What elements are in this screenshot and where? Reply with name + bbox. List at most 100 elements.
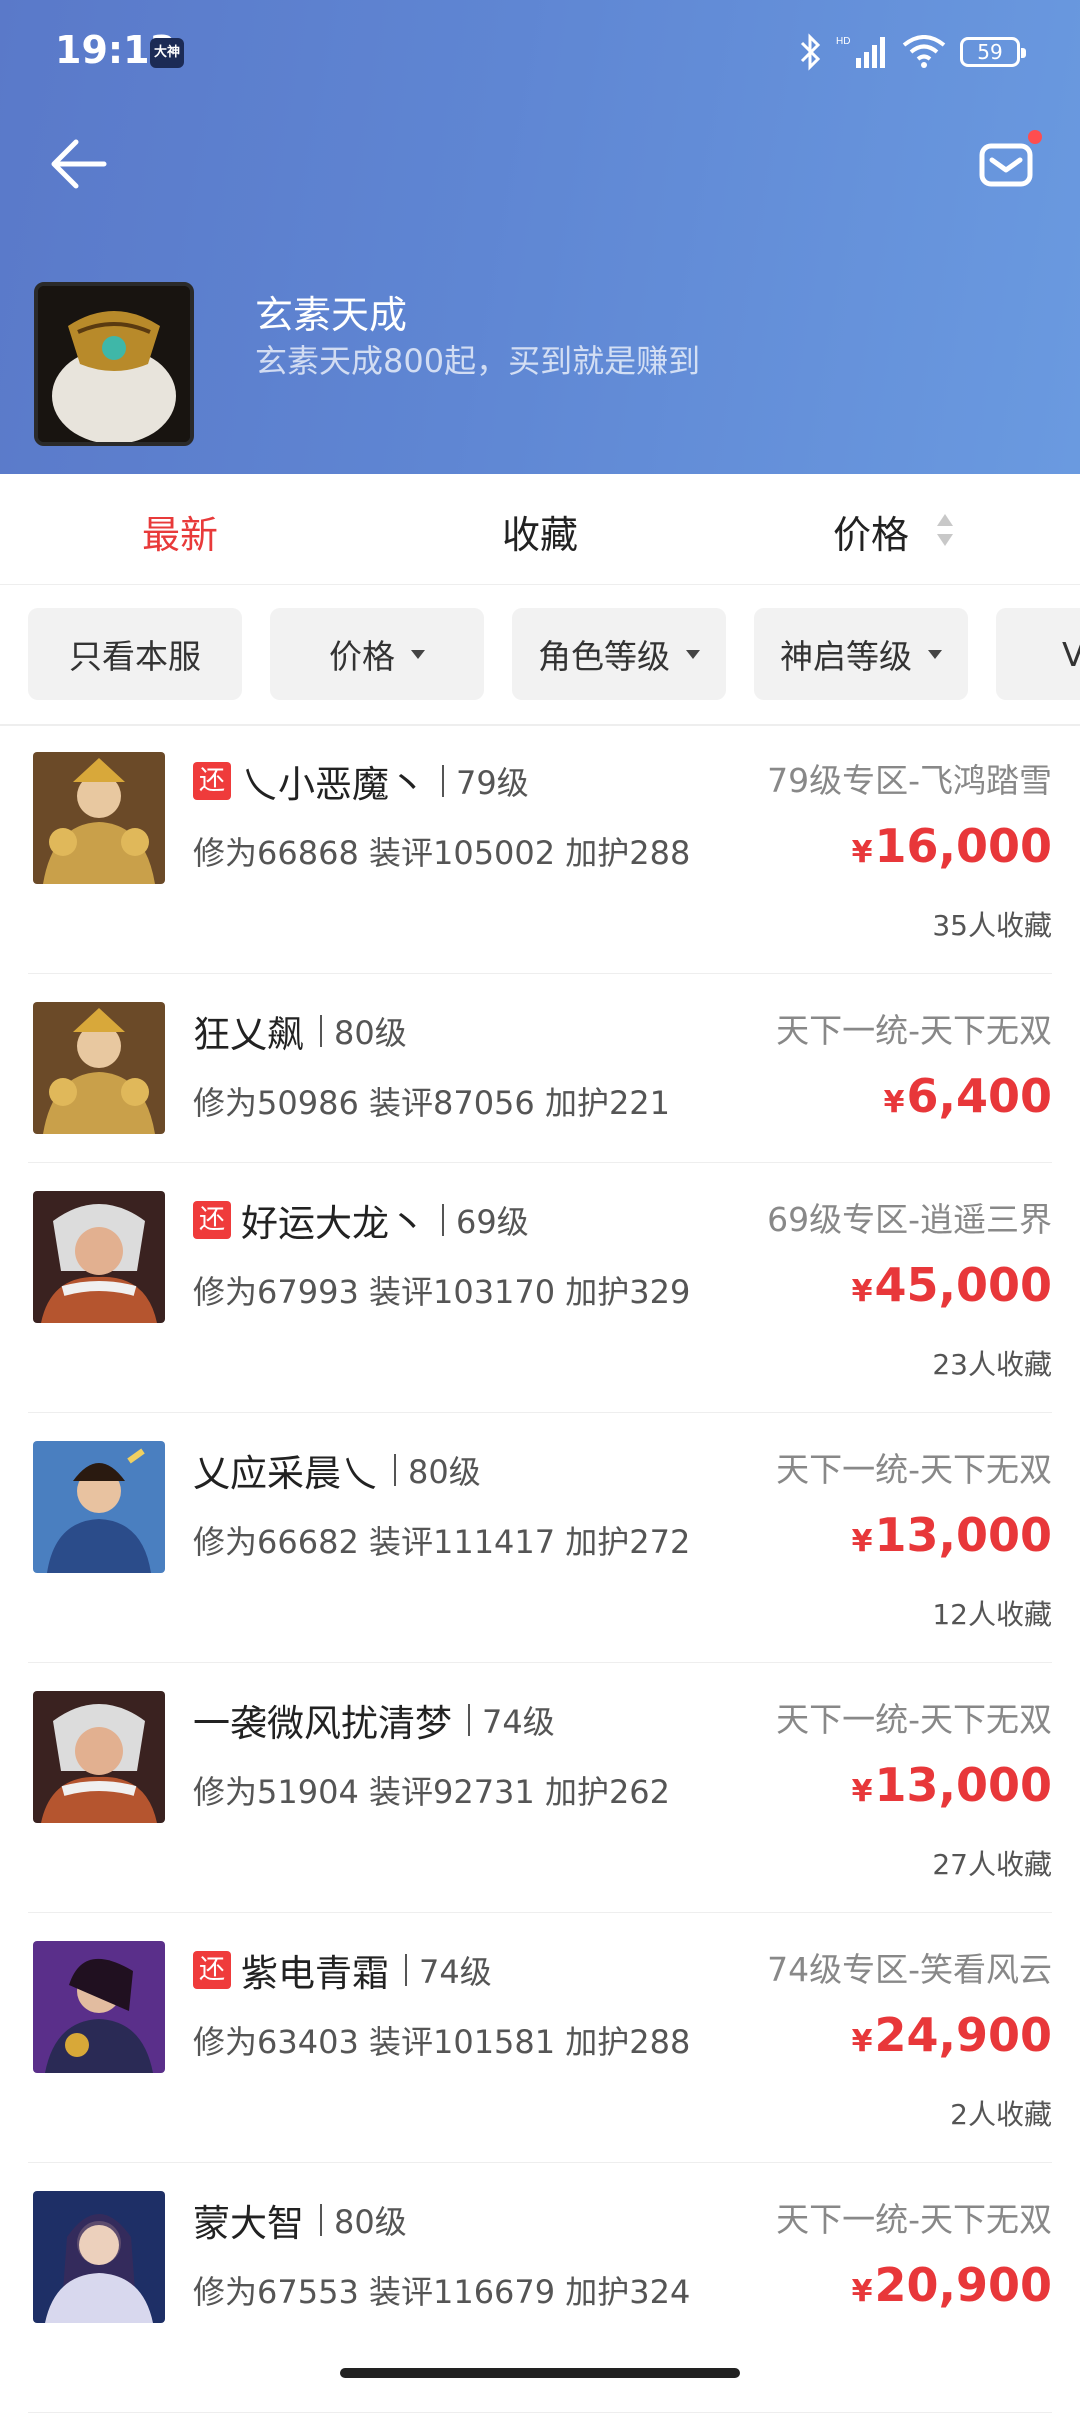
- character-name: 乂应采晨乀: [193, 1452, 378, 1495]
- character-name: 狂乂飙: [193, 1013, 304, 1056]
- sort-tabs: 最新 收藏 价格: [0, 474, 1080, 585]
- character-level: 80级: [334, 2203, 407, 2241]
- server-name: 79级专区-飞鸿踏雪: [767, 761, 1052, 800]
- filter-label: V: [1062, 635, 1080, 674]
- listing-list: 还乀小恶魔丶 79级 修为66868 装评105002 加护288 79级专区-飞…: [0, 724, 1080, 2413]
- character-name: 一袭微风扰清梦: [193, 1702, 452, 1745]
- character-avatar: [33, 752, 165, 884]
- status-icons: HD 59: [798, 30, 1026, 74]
- character-avatar: [33, 1191, 165, 1323]
- currency-symbol: ¥: [851, 835, 873, 870]
- list-item[interactable]: 一袭微风扰清梦 74级 修为51904 装评92731 加护262 天下一统-天下…: [28, 1663, 1052, 1913]
- tab-latest[interactable]: 最新: [142, 504, 218, 559]
- dropdown-arrow-icon: [411, 649, 425, 659]
- filter-price[interactable]: 价格: [270, 608, 484, 700]
- server-name: 天下一统-天下无双: [776, 1011, 1052, 1050]
- price-value: 16,000: [874, 819, 1052, 873]
- character-avatar: [33, 2191, 165, 2323]
- message-button[interactable]: [976, 130, 1042, 198]
- currency-symbol: ¥: [851, 2274, 873, 2309]
- dropdown-arrow-icon: [928, 649, 942, 659]
- tab-price[interactable]: 价格: [833, 504, 909, 559]
- filter-shenqi-level[interactable]: 神启等级: [754, 608, 968, 700]
- list-item[interactable]: 还紫电青霜 74级 修为63403 装评101581 加护288 74级专区-笑看…: [28, 1913, 1052, 2163]
- favorite-count: 12人收藏: [932, 1598, 1052, 1631]
- filter-bar: 只看本服 价格 角色等级 神启等级 V: [0, 584, 1080, 726]
- character-stats: 修为51904 装评92731 加护262: [193, 1773, 671, 1811]
- character-stats: 修为66868 装评105002 加护288: [193, 834, 691, 872]
- dropdown-arrow-icon: [686, 649, 700, 659]
- currency-symbol: ¥: [851, 2024, 873, 2059]
- header-banner: 19:13 大神 HD 59 玄素天成 玄素天成800起，买到就是赚到: [0, 0, 1080, 474]
- game-item-image: [34, 282, 194, 446]
- list-item[interactable]: 还乀小恶魔丶 79级 修为66868 装评105002 加护288 79级专区-飞…: [28, 724, 1052, 974]
- character-stats: 修为67993 装评103170 加护329: [193, 1273, 691, 1311]
- price: ¥13,000: [852, 1508, 1052, 1562]
- favorite-count: 35人收藏: [932, 909, 1052, 942]
- list-item[interactable]: 还好运大龙丶 69级 修为67993 装评103170 加护329 69级专区-逍…: [28, 1163, 1052, 1413]
- price: ¥20,900: [852, 2258, 1052, 2312]
- list-item[interactable]: 狂乂飙 80级 修为50986 装评87056 加护221 天下一统-天下无双 ¥…: [28, 974, 1052, 1163]
- divider: [320, 1015, 322, 1047]
- home-indicator[interactable]: [340, 2368, 740, 2378]
- filter-this-server[interactable]: 只看本服: [28, 608, 242, 700]
- character-name: 好运大龙丶: [241, 1202, 426, 1245]
- signal-icon: HD: [836, 36, 885, 68]
- character-avatar: [33, 1941, 165, 2073]
- character-level: 74级: [482, 1703, 555, 1741]
- server-name: 天下一统-天下无双: [776, 1700, 1052, 1739]
- character-name-row: 一袭微风扰清梦 74级: [193, 1693, 555, 1747]
- battery-level: 59: [977, 40, 1003, 64]
- list-item[interactable]: 乂应采晨乀 80级 修为66682 装评111417 加护272 天下一统-天下无…: [28, 1413, 1052, 1663]
- divider: [394, 1454, 396, 1486]
- mail-icon: [979, 143, 1033, 187]
- favorite-count: 27人收藏: [932, 1848, 1052, 1881]
- filter-label: 角色等级: [538, 637, 670, 676]
- divider: [320, 2204, 322, 2236]
- page-title: 玄素天成: [255, 293, 408, 337]
- back-arrow-icon[interactable]: [46, 136, 110, 192]
- svg-text:HD: HD: [836, 36, 850, 47]
- battery-icon: 59: [960, 37, 1026, 67]
- bluetooth-icon: [800, 33, 821, 71]
- filter-label: 神启等级: [780, 637, 912, 676]
- divider: [442, 1204, 444, 1236]
- divider: [442, 765, 444, 797]
- currency-symbol: ¥: [851, 1524, 873, 1559]
- server-name: 69级专区-逍遥三界: [767, 1200, 1052, 1239]
- character-level: 79级: [456, 764, 529, 802]
- returnable-tag: 还: [193, 762, 231, 800]
- sort-arrows-icon[interactable]: [935, 510, 955, 550]
- character-level: 74级: [419, 1953, 492, 1991]
- price: ¥6,400: [884, 1069, 1052, 1123]
- favorite-count: 2人收藏: [950, 2098, 1052, 2131]
- price: ¥13,000: [852, 1758, 1052, 1812]
- character-avatar: [33, 1002, 165, 1134]
- price-value: 13,000: [874, 1508, 1052, 1562]
- character-name: 紫电青霜: [241, 1952, 389, 1995]
- returnable-tag: 还: [193, 1951, 231, 1989]
- tab-favorites[interactable]: 收藏: [502, 504, 578, 559]
- price-value: 45,000: [874, 1258, 1052, 1312]
- character-name-row: 乂应采晨乀 80级: [193, 1443, 481, 1497]
- character-name-row: 还好运大龙丶 69级: [193, 1193, 529, 1247]
- character-stats: 修为63403 装评101581 加护288: [193, 2023, 691, 2061]
- wifi-icon: [902, 35, 946, 68]
- status-bar: 19:13 大神 HD 59: [0, 0, 1080, 100]
- filter-role-level[interactable]: 角色等级: [512, 608, 726, 700]
- character-avatar: [33, 1441, 165, 1573]
- character-stats: 修为67553 装评116679 加护324: [193, 2273, 691, 2311]
- currency-symbol: ¥: [883, 1085, 905, 1120]
- divider: [405, 1954, 407, 1986]
- character-level: 69级: [456, 1203, 529, 1241]
- returnable-tag: 还: [193, 1201, 231, 1239]
- price-value: 20,900: [874, 2258, 1052, 2312]
- divider: [468, 1704, 470, 1736]
- filter-label: 价格: [329, 637, 395, 676]
- price: ¥24,900: [852, 2008, 1052, 2062]
- price: ¥16,000: [852, 819, 1052, 873]
- character-level: 80级: [408, 1453, 481, 1491]
- character-name-row: 还乀小恶魔丶 79级: [193, 754, 529, 808]
- filter-vip[interactable]: V: [996, 608, 1080, 700]
- server-name: 天下一统-天下无双: [776, 1450, 1052, 1489]
